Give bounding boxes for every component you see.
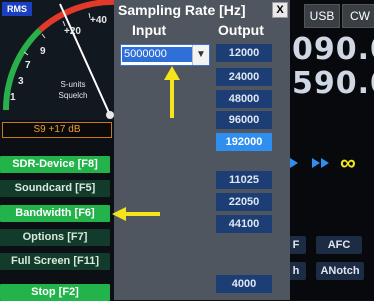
afc-button[interactable]: AFC (316, 236, 362, 254)
output-header: Output (218, 22, 264, 38)
anotch-button[interactable]: ANotch (316, 262, 364, 280)
squelch-label: Squelch (58, 91, 88, 100)
dialog-title: Sampling Rate [Hz] (118, 2, 246, 18)
sdr-device-button[interactable]: SDR-Device [F8] (0, 156, 110, 173)
s-meter: RMS 7 9 +20 +40 3 1 S-units Squelch (0, 0, 118, 120)
signal-readout: S9 +17 dB (2, 122, 112, 138)
scale-label: 1 (10, 92, 16, 103)
output-rate-option[interactable]: 12000 (216, 44, 272, 62)
scale-label: 9 (40, 46, 46, 57)
full-screen-button[interactable]: Full Screen [F11] (0, 253, 110, 270)
sampling-rate-dialog: Sampling Rate [Hz] X Input Output 500000… (114, 0, 290, 300)
output-rate-option[interactable]: 96000 (216, 111, 272, 129)
mode-usb-button[interactable]: USB (304, 4, 340, 28)
input-rate-value: 5000000 (122, 47, 192, 62)
input-rate-select[interactable]: 5000000 ▼ (120, 44, 210, 66)
loop-icon[interactable]: ∞ (340, 150, 356, 176)
close-button[interactable]: X (272, 2, 288, 18)
bandwidth-button[interactable]: Bandwidth [F6] (0, 205, 110, 222)
s-units-label: S-units (60, 80, 86, 89)
output-rate-option[interactable]: 44100 (216, 215, 272, 233)
mode-cw-button[interactable]: CW (342, 4, 374, 28)
frequency-display-secondary[interactable]: 590.0 (292, 66, 374, 101)
arrow-left-icon (112, 207, 160, 221)
output-rate-option[interactable]: 22050 (216, 193, 272, 211)
main-panel: USB CW 090.0 590.0 ∞ F AFC h ANotch (286, 0, 374, 300)
output-rate-option[interactable]: 24000 (216, 68, 272, 86)
scale-label: 3 (18, 76, 24, 87)
stop-button[interactable]: Stop [F2] (0, 284, 110, 301)
scale-label: 7 (25, 60, 31, 71)
soundcard-button[interactable]: Soundcard [F5] (0, 180, 110, 197)
rms-badge[interactable]: RMS (2, 2, 32, 16)
arrow-up-icon (164, 66, 180, 118)
input-header: Input (132, 22, 167, 38)
options-button[interactable]: Options [F7] (0, 229, 110, 246)
chevron-down-icon[interactable]: ▼ (192, 45, 209, 65)
scale-label: +40 (90, 15, 107, 26)
scale-label: +20 (64, 26, 81, 37)
output-rate-option[interactable]: 11025 (216, 171, 272, 189)
output-rate-option[interactable]: 4000 (216, 275, 272, 293)
output-rate-option-selected[interactable]: 192000 (216, 133, 272, 151)
output-rate-option[interactable]: 48000 (216, 90, 272, 108)
frequency-display[interactable]: 090.0 (292, 32, 374, 67)
